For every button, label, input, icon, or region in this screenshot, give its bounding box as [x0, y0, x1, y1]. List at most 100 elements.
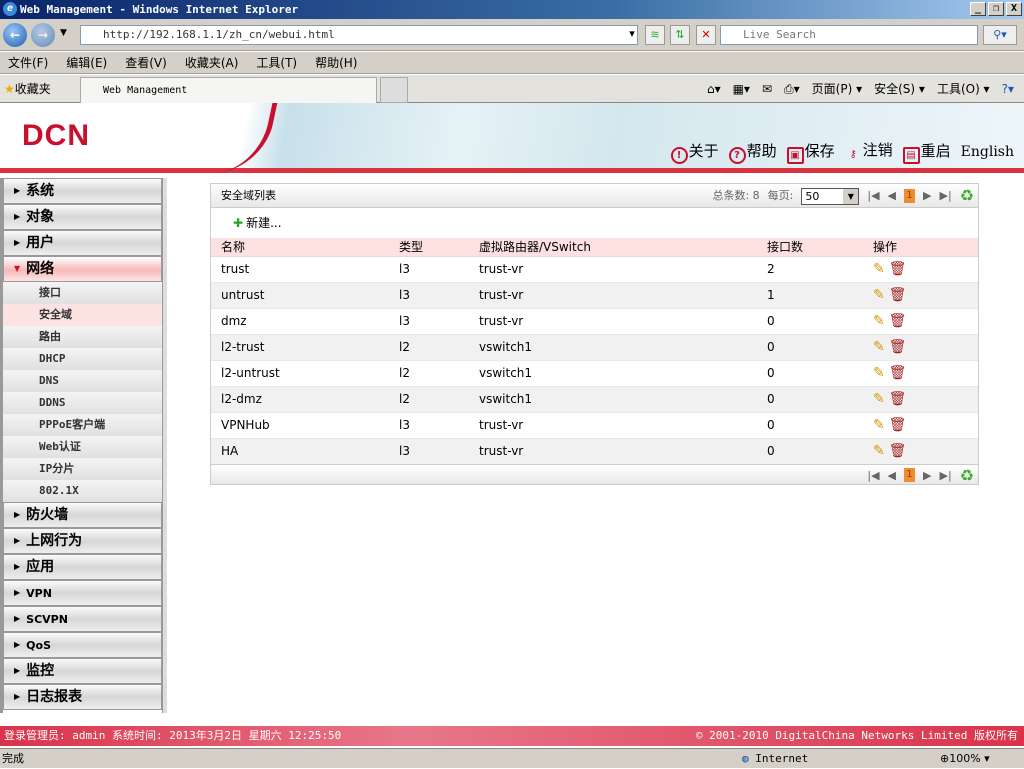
menu-tools[interactable]: 工具(T)	[256, 52, 297, 73]
sidebar-item-objects[interactable]: ▶ 对象	[3, 204, 162, 230]
sidebar-item-logs[interactable]: ▶ 日志报表	[3, 684, 162, 710]
edit-icon[interactable]: ✎	[873, 313, 885, 329]
sidebar-sub-dns[interactable]: DNS	[3, 370, 162, 392]
per-page-select[interactable]: 50 ▼	[801, 187, 860, 205]
history-dropdown-icon[interactable]: ▼	[60, 28, 67, 38]
close-button[interactable]: X	[1006, 2, 1022, 16]
first-page-icon[interactable]: |◀	[867, 184, 879, 208]
delete-icon[interactable]: 🗑	[889, 339, 907, 355]
sidebar-item-firewall[interactable]: ▶ 防火墙	[3, 502, 162, 528]
cell-vrouter: vswitch1	[469, 360, 757, 387]
print-icon[interactable]: ⎙▾	[784, 75, 800, 103]
sidebar-sub-zone[interactable]: 安全域	[3, 304, 162, 326]
refresh-icon[interactable]: ♻	[960, 466, 974, 485]
menu-file[interactable]: 文件(F)	[8, 52, 48, 73]
help-link[interactable]: ? 帮助	[728, 140, 777, 164]
prev-page-icon[interactable]: ◀	[888, 184, 896, 208]
edit-icon[interactable]: ✎	[873, 261, 885, 277]
sidebar-item-scvpn[interactable]: ▶ SCVPN	[3, 606, 162, 632]
save-link[interactable]: ▣ 保存	[786, 140, 835, 164]
cell-type: l3	[389, 412, 469, 439]
arrow-right-icon: ▶	[14, 692, 21, 701]
next-page-icon[interactable]: ▶	[923, 184, 931, 208]
window-titlebar: e Web Management - Windows Internet Explo…	[0, 0, 1024, 19]
sidebar-sub-ddns[interactable]: DDNS	[3, 392, 162, 414]
about-link[interactable]: ! 关于	[670, 140, 719, 164]
current-page[interactable]: 1	[904, 468, 916, 482]
menu-edit[interactable]: 编辑(E)	[66, 52, 107, 73]
new-button[interactable]: ✚ 新建...	[211, 208, 978, 238]
next-page-icon[interactable]: ▶	[923, 469, 931, 482]
url-input[interactable]: http://192.168.1.1/zh_cn/webui.html	[80, 25, 638, 45]
sidebar-item-apps[interactable]: ▶ 应用	[3, 554, 162, 580]
back-button[interactable]: ←	[3, 23, 27, 47]
sidebar-item-behavior[interactable]: ▶ 上网行为	[3, 528, 162, 554]
delete-icon[interactable]: 🗑	[889, 287, 907, 303]
reboot-link[interactable]: ▤ 重启	[902, 140, 951, 164]
maximize-button[interactable]: ❐	[988, 2, 1004, 16]
logout-link[interactable]: ⚷ 注销	[845, 139, 892, 165]
sidebar-item-qos[interactable]: ▶ QoS	[3, 632, 162, 658]
sidebar-sub-interface[interactable]: 接口	[3, 282, 162, 304]
compat-icon[interactable]: ≋	[645, 25, 665, 45]
prev-page-icon[interactable]: ◀	[888, 469, 896, 482]
home-icon[interactable]: ⌂▾	[707, 75, 721, 103]
stop-icon[interactable]: ✕	[696, 25, 716, 45]
new-tab-button[interactable]	[380, 77, 408, 103]
edit-icon[interactable]: ✎	[873, 417, 885, 433]
sidebar-item-network[interactable]: ▼ 网络	[3, 256, 162, 282]
first-page-icon[interactable]: |◀	[867, 469, 879, 482]
safety-menu[interactable]: 安全(S) ▾	[874, 75, 925, 103]
sidebar-sub-ipfrag[interactable]: IP分片	[3, 458, 162, 480]
menu-favorites[interactable]: 收藏夹(A)	[185, 52, 239, 73]
forward-button[interactable]: →	[31, 23, 55, 47]
arrow-right-icon: ▶	[14, 588, 21, 597]
footer-bar: 登录管理员: admin 系统时间: 2013年3月2日 星期六 12:25:5…	[0, 726, 1024, 746]
sidebar-sub-routing[interactable]: 路由	[3, 326, 162, 348]
edit-icon[interactable]: ✎	[873, 391, 885, 407]
search-button[interactable]: ⚲▾	[983, 25, 1017, 45]
current-page[interactable]: 1	[904, 189, 916, 203]
delete-icon[interactable]: 🗑	[889, 313, 907, 329]
favorites-button[interactable]: ★收藏夹	[4, 75, 51, 103]
zoom-level[interactable]: ⊕100% ▾	[940, 749, 990, 769]
english-link[interactable]: English	[961, 144, 1014, 160]
sidebar-sub-pppoe[interactable]: PPPoE客户端	[3, 414, 162, 436]
edit-icon[interactable]: ✎	[873, 365, 885, 381]
menu-help[interactable]: 帮助(H)	[315, 52, 357, 73]
sidebar-item-users[interactable]: ▶ 用户	[3, 230, 162, 256]
cell-interfaces: 0	[757, 334, 863, 361]
sidebar-item-system[interactable]: ▶ 系统	[3, 178, 162, 204]
sidebar-sub-dhcp[interactable]: DHCP	[3, 348, 162, 370]
mail-icon[interactable]: ✉	[762, 75, 772, 103]
sidebar-sub-8021x[interactable]: 802.1X	[3, 480, 162, 502]
sidebar-item-vpn[interactable]: ▶ VPN	[3, 580, 162, 606]
save-icon: ▣	[786, 147, 804, 164]
minimize-button[interactable]: _	[970, 2, 986, 16]
refresh-icon[interactable]: ⇅	[670, 25, 690, 45]
delete-icon[interactable]: 🗑	[889, 261, 907, 277]
refresh-icon[interactable]: ♻	[960, 184, 974, 208]
edit-icon[interactable]: ✎	[873, 443, 885, 459]
tools-menu[interactable]: 工具(O) ▾	[937, 75, 990, 103]
table-row: VPNHub l3 trust-vr 0 ✎ 🗑	[211, 412, 978, 439]
sidebar-sub-webauth[interactable]: Web认证	[3, 436, 162, 458]
edit-icon[interactable]: ✎	[873, 339, 885, 355]
search-input[interactable]: Live Search	[720, 25, 978, 45]
delete-icon[interactable]: 🗑	[889, 365, 907, 381]
sidebar-item-monitor[interactable]: ▶ 监控	[3, 658, 162, 684]
help-icon[interactable]: ?▾	[1002, 75, 1014, 103]
delete-icon[interactable]: 🗑	[889, 391, 907, 407]
browser-tab[interactable]: Web Management	[80, 77, 377, 103]
sidebar-splitter[interactable]	[162, 178, 167, 713]
last-page-icon[interactable]: ▶|	[939, 469, 951, 482]
menu-view[interactable]: 查看(V)	[125, 52, 167, 73]
cell-name: l2-untrust	[211, 360, 389, 387]
page-menu[interactable]: 页面(P) ▾	[812, 75, 862, 103]
feeds-icon[interactable]: ▦▾	[733, 75, 750, 103]
edit-icon[interactable]: ✎	[873, 287, 885, 303]
delete-icon[interactable]: 🗑	[889, 417, 907, 433]
url-dropdown-icon[interactable]: ▾	[622, 25, 642, 45]
delete-icon[interactable]: 🗑	[889, 443, 907, 459]
last-page-icon[interactable]: ▶|	[939, 184, 951, 208]
